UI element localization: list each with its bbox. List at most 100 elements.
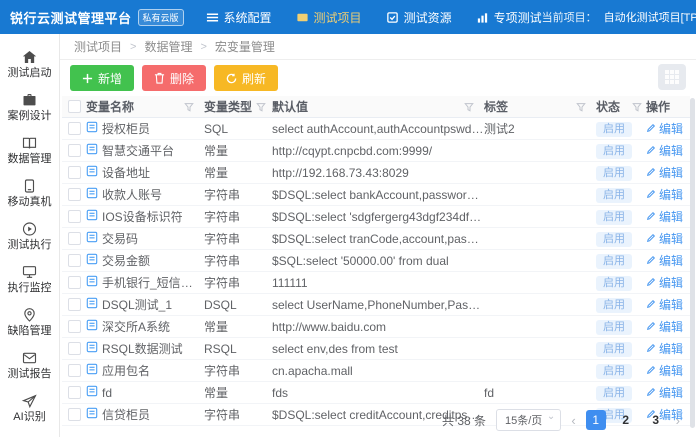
row-status-badge[interactable]: 启用 bbox=[596, 364, 632, 379]
row-checkbox[interactable] bbox=[68, 166, 81, 179]
table-row[interactable]: 应用包名 字符串 cn.apacha.mall 启用 编辑 bbox=[62, 360, 690, 382]
row-edit-button[interactable]: 编辑 bbox=[646, 274, 683, 291]
breadcrumb-item-test-project[interactable]: 测试项目 bbox=[74, 38, 122, 55]
table-row[interactable]: RSQL数据测试 RSQL select env,des from test 启… bbox=[62, 338, 690, 360]
row-checkbox[interactable] bbox=[68, 254, 81, 267]
nav-item-system-config[interactable]: 系统配置 bbox=[206, 9, 272, 26]
vertical-scrollbar[interactable] bbox=[690, 98, 695, 428]
row-edit-button[interactable]: 编辑 bbox=[646, 208, 683, 225]
row-status-badge[interactable]: 启用 bbox=[596, 166, 632, 181]
delete-button[interactable]: 删除 bbox=[142, 65, 206, 91]
row-checkbox[interactable] bbox=[68, 320, 81, 333]
row-edit-button[interactable]: 编辑 bbox=[646, 142, 683, 159]
filter-icon[interactable] bbox=[464, 102, 474, 112]
table-row[interactable]: 授权柜员 SQL select authAccount,authAccountp… bbox=[62, 118, 690, 140]
nav-item-test-project[interactable]: 测试项目 bbox=[296, 9, 362, 26]
row-tag: fd bbox=[484, 386, 596, 400]
sidebar-item-test-execution[interactable]: 测试执行 bbox=[0, 214, 59, 257]
row-name[interactable]: DSQL测试_1 bbox=[102, 296, 172, 313]
filter-icon[interactable] bbox=[576, 102, 586, 112]
table-row[interactable]: 收款人账号 字符串 $DSQL:select bankAccount,passw… bbox=[62, 184, 690, 206]
prev-page-button[interactable]: ‹ bbox=[571, 413, 575, 428]
row-edit-button[interactable]: 编辑 bbox=[646, 252, 683, 269]
table-row[interactable]: 智慧交通平台 常量 http://cqypt.cnpcbd.com:9999/ … bbox=[62, 140, 690, 162]
row-edit-button[interactable]: 编辑 bbox=[646, 164, 683, 181]
row-status-badge[interactable]: 启用 bbox=[596, 254, 632, 269]
row-name[interactable]: 交易金额 bbox=[102, 252, 150, 269]
select-all-checkbox[interactable] bbox=[68, 100, 81, 113]
page-button-3[interactable]: 3 bbox=[646, 410, 666, 430]
row-name[interactable]: 深交所A系统 bbox=[102, 318, 170, 335]
row-status-badge[interactable]: 启用 bbox=[596, 232, 632, 247]
row-checkbox[interactable] bbox=[68, 298, 81, 311]
row-checkbox[interactable] bbox=[68, 276, 81, 289]
row-edit-button[interactable]: 编辑 bbox=[646, 186, 683, 203]
row-name[interactable]: 手机银行_短信验证码 bbox=[102, 274, 204, 291]
sidebar-item-case-design[interactable]: 案例设计 bbox=[0, 85, 59, 128]
row-status-badge[interactable]: 启用 bbox=[596, 386, 632, 401]
row-name[interactable]: IOS设备标识符 bbox=[102, 208, 183, 225]
table-row[interactable]: 深交所A系统 常量 http://www.baidu.com 启用 编辑 bbox=[62, 316, 690, 338]
row-status-badge[interactable]: 启用 bbox=[596, 210, 632, 225]
table-row[interactable]: DSQL测试_1 DSQL select UserName,PhoneNumbe… bbox=[62, 294, 690, 316]
row-name[interactable]: fd bbox=[102, 386, 112, 400]
sidebar-item-execution-monitor[interactable]: 执行监控 bbox=[0, 257, 59, 300]
row-edit-button[interactable]: 编辑 bbox=[646, 340, 683, 357]
filter-icon[interactable] bbox=[184, 102, 194, 112]
nav-item-test-resource[interactable]: 测试资源 bbox=[386, 9, 452, 26]
row-name[interactable]: 设备地址 bbox=[102, 164, 150, 181]
book-icon bbox=[21, 135, 38, 154]
sidebar-item-test-launch[interactable]: 测试启动 bbox=[0, 42, 59, 85]
nav-item-special-test[interactable]: 专项测试 bbox=[476, 9, 542, 26]
row-checkbox[interactable] bbox=[68, 364, 81, 377]
row-edit-button[interactable]: 编辑 bbox=[646, 296, 683, 313]
add-button[interactable]: 新增 bbox=[70, 65, 134, 91]
filter-icon[interactable] bbox=[256, 102, 266, 112]
sidebar-item-defect-management[interactable]: 缺陷管理 bbox=[0, 300, 59, 343]
table-row[interactable]: IOS设备标识符 字符串 $DSQL:select 'sdgfergerg43d… bbox=[62, 206, 690, 228]
row-checkbox[interactable] bbox=[68, 122, 81, 135]
row-name[interactable]: RSQL数据测试 bbox=[102, 340, 183, 357]
row-status-badge[interactable]: 启用 bbox=[596, 122, 632, 137]
row-checkbox[interactable] bbox=[68, 188, 81, 201]
page-button-1[interactable]: 1 bbox=[586, 410, 606, 430]
table-row[interactable]: fd 常量 fds fd 启用 编辑 bbox=[62, 382, 690, 404]
filter-icon[interactable] bbox=[632, 102, 642, 112]
row-name[interactable]: 智慧交通平台 bbox=[102, 142, 174, 159]
row-name[interactable]: 授权柜员 bbox=[102, 120, 150, 137]
row-status-badge[interactable]: 启用 bbox=[596, 320, 632, 335]
sidebar-item-data-management[interactable]: 数据管理 bbox=[0, 128, 59, 171]
row-edit-button[interactable]: 编辑 bbox=[646, 318, 683, 335]
row-status-badge[interactable]: 启用 bbox=[596, 188, 632, 203]
current-project-value[interactable]: 自动化测试项目[TP-1904- bbox=[604, 9, 696, 25]
row-name[interactable]: 应用包名 bbox=[102, 362, 150, 379]
page-size-select[interactable]: 15条/页 ⌄ bbox=[496, 409, 561, 431]
table-row[interactable]: 交易码 字符串 $DSQL:select tranCode,account,pa… bbox=[62, 228, 690, 250]
row-checkbox[interactable] bbox=[68, 144, 81, 157]
row-checkbox[interactable] bbox=[68, 342, 81, 355]
sidebar-item-ai-recognition[interactable]: AI识别 bbox=[0, 386, 59, 429]
page-button-2[interactable]: 2 bbox=[616, 410, 636, 430]
table-row[interactable]: 设备地址 常量 http://192.168.73.43:8029 启用 编辑 bbox=[62, 162, 690, 184]
row-status-badge[interactable]: 启用 bbox=[596, 144, 632, 159]
row-status-badge[interactable]: 启用 bbox=[596, 298, 632, 313]
table-row[interactable]: 手机银行_短信验证码 字符串 111111 启用 编辑 bbox=[62, 272, 690, 294]
row-status-badge[interactable]: 启用 bbox=[596, 276, 632, 291]
next-page-button[interactable]: › bbox=[676, 413, 680, 428]
table-row[interactable]: 交易金额 字符串 $SQL:select '50000.00' from dua… bbox=[62, 250, 690, 272]
row-name[interactable]: 收款人账号 bbox=[102, 186, 162, 203]
refresh-button[interactable]: 刷新 bbox=[214, 65, 278, 91]
row-edit-button[interactable]: 编辑 bbox=[646, 384, 683, 401]
row-edit-button[interactable]: 编辑 bbox=[646, 362, 683, 379]
row-name[interactable]: 交易码 bbox=[102, 230, 138, 247]
column-settings-button[interactable] bbox=[658, 64, 686, 90]
row-checkbox[interactable] bbox=[68, 232, 81, 245]
row-checkbox[interactable] bbox=[68, 386, 81, 399]
row-checkbox[interactable] bbox=[68, 210, 81, 223]
row-status-badge[interactable]: 启用 bbox=[596, 342, 632, 357]
sidebar-item-mobile-device[interactable]: 移动真机 bbox=[0, 171, 59, 214]
sidebar-item-test-report[interactable]: 测试报告 bbox=[0, 343, 59, 386]
breadcrumb-item-data-management[interactable]: 数据管理 bbox=[144, 38, 192, 55]
row-edit-button[interactable]: 编辑 bbox=[646, 120, 683, 137]
row-edit-button[interactable]: 编辑 bbox=[646, 230, 683, 247]
